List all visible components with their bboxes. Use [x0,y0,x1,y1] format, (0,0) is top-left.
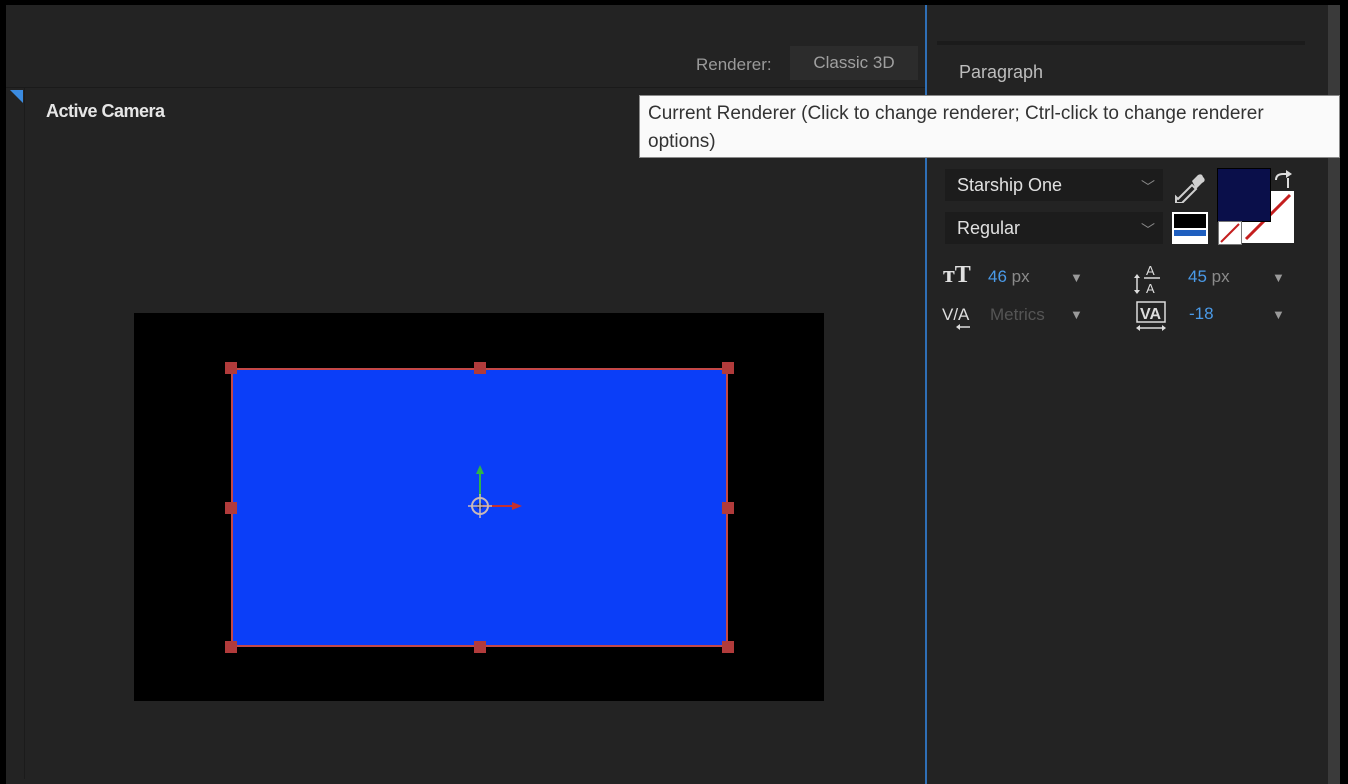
svg-text:A: A [1146,263,1155,278]
font-size-value: 46 [988,267,1007,286]
panel-top-rule [937,41,1305,45]
leading-icon: A A [1134,263,1160,296]
window-frame-right [1340,0,1348,784]
font-size-icon: ᴛT [943,262,971,288]
paragraph-tab[interactable]: Paragraph [959,62,1043,83]
kerning-icon: V/A [942,305,970,330]
font-size-dropdown-arrow[interactable]: ▼ [1070,270,1083,285]
panel-corner-marker [10,90,23,103]
transform-handle-middle-right[interactable] [722,502,734,514]
transform-handle-top-left[interactable] [225,362,237,374]
active-camera-label: Active Camera [46,101,165,121]
leading-dropdown-arrow[interactable]: ▼ [1272,270,1285,285]
transform-handle-top-right[interactable] [722,362,734,374]
eyedropper-icon[interactable] [1172,169,1206,203]
font-style-value: Regular [957,217,1021,238]
transform-handle-middle-left[interactable] [225,502,237,514]
renderer-tooltip: Current Renderer (Click to change render… [639,95,1340,158]
kerning-field[interactable]: Metrics [990,305,1045,325]
font-size-unit: px [1011,267,1030,286]
swap-colors-icon[interactable] [1272,170,1294,192]
anchor-point-gizmo-icon[interactable] [460,462,526,528]
kerning-dropdown-arrow[interactable]: ▼ [1070,307,1083,322]
chevron-down-icon: ﹀ [1141,222,1155,238]
tracking-dropdown-arrow[interactable]: ▼ [1272,307,1285,322]
renderer-label: Renderer: [696,55,772,74]
font-style-dropdown[interactable]: Regular ﹀ [945,212,1163,244]
tracking-icon: VA [1136,301,1166,331]
transform-handle-bottom-right[interactable] [722,641,734,653]
leading-field[interactable]: 45 px [1188,267,1230,287]
renderer-button[interactable]: Classic 3D [790,46,918,80]
font-family-value: Starship One [957,174,1063,195]
transform-handle-top-center[interactable] [474,362,486,374]
transform-handle-bottom-left[interactable] [225,641,237,653]
fill-color-swatch[interactable] [1217,168,1271,222]
no-stroke-swatch[interactable] [1218,221,1242,245]
svg-text:V/A: V/A [942,305,970,324]
tracking-field[interactable]: -18 [1189,304,1214,324]
font-family-dropdown[interactable]: Starship One ﹀ [945,169,1163,201]
composition-header: Renderer: Classic 3D [6,5,925,88]
leading-value: 45 [1188,267,1207,286]
font-size-field[interactable]: 46 px [988,267,1030,287]
svg-text:A: A [1146,281,1155,296]
svg-text:VA: VA [1140,306,1161,323]
chevron-down-icon: ﹀ [1141,179,1155,195]
transform-handle-bottom-center[interactable] [474,641,486,653]
stroke-fill-toggle-icon[interactable] [1172,212,1208,244]
leading-unit: px [1211,267,1230,286]
